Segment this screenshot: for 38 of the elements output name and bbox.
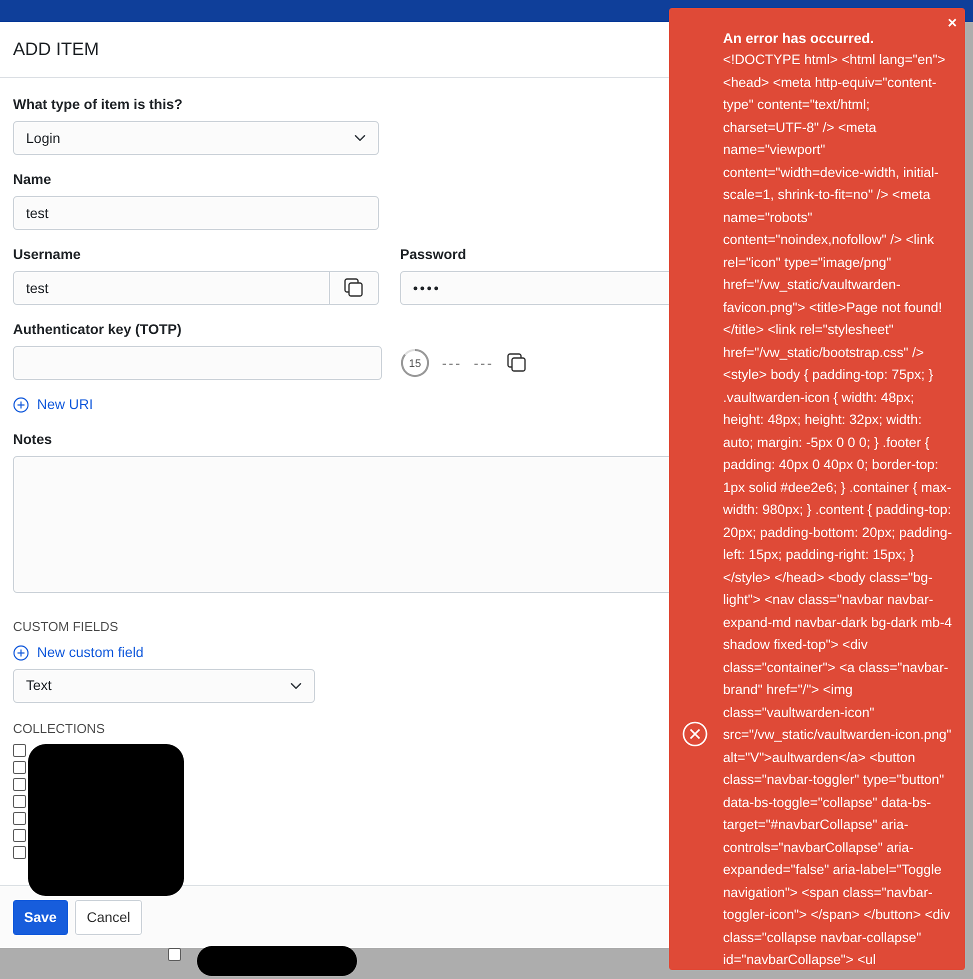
- field-label: Name: [13, 170, 52, 189]
- dialog-title: ADD ITEM: [13, 38, 100, 60]
- checkbox[interactable]: [13, 812, 26, 825]
- save-button[interactable]: Save: [13, 900, 68, 934]
- select-field[interactable]: Login: [13, 121, 379, 155]
- field-label: What type of item is this?: [13, 95, 183, 114]
- copy-button[interactable]: [330, 271, 379, 305]
- cancel-button[interactable]: Cancel: [74, 900, 142, 934]
- checkbox[interactable]: [13, 829, 26, 842]
- field-label: Username: [13, 245, 81, 264]
- field-label: Password: [400, 245, 466, 264]
- checkbox[interactable]: [13, 795, 26, 808]
- input-field[interactable]: test: [13, 196, 379, 230]
- new-uri-link[interactable]: New URI: [13, 394, 94, 415]
- error-title: An error has occurred.: [723, 29, 875, 48]
- select-field[interactable]: Text: [13, 668, 315, 702]
- field-label: Notes: [13, 430, 52, 448]
- copy-icon: [343, 277, 365, 299]
- error-message: <!DOCTYPE html> <html lang="en"> <head> <meta http-equiv="content-type" content="text/html; charset=UTF-8" /> <meta name="viewport" content="width=device-width, initial-scale=1, shrink-to-fit=no" /> <meta name="robots" content="noindex,nofollow" /> <link rel="icon" type="image/png" href="/vw_static/vaultwarden-favicon.png"> <title>Page not found!</title> <link rel="stylesheet" href="/vw_static/bootstrap.css" /> <style> body { padding-top: 75px; } .vaultwarden-icon { width: 48px; height: 48px; height: 32px; width: auto; margin: -5px 0 0 0; } .footer { padding: 40px 0 40px 0; border-top: 1px solid #dee2e6; } .container { max-width: 980px; } .content { padding-top: 20px; padding-bottom: 20px; padding-left: 15px; padding-right: 15px; } </style> </head> <body class="bg-light"> <nav class="navbar navbar-expand-md navbar-dark bg-dark mb-4 shadow fixed-top"> <div class="container"> <a class="navbar-brand" href="/"> <img class="vaultwarden-icon" src="/vw_static/vaultwarden-icon.png" alt="V">aultwarden</a> <button class="navbar-toggler" type="button" data-bs-toggle="collapse" data-bs-target="#navbarCollapse" aria-controls="navbarCollapse" aria-expanded="false" aria-label="Toggle navigation"> <span class="navbar-toggler-icon"> </span> </button> <div class="collapse navbar-collapse" id="navbarCollapse"> <ul: [723, 51, 953, 969]
- plus-circle-icon: [13, 396, 29, 412]
- section-heading: CUSTOM FIELDS: [13, 618, 120, 636]
- checkbox[interactable]: [13, 761, 26, 774]
- copy-button[interactable]: [506, 352, 528, 374]
- field-label: Authenticator key (TOTP): [13, 320, 182, 339]
- error-icon: [682, 721, 708, 747]
- new-custom-field-link[interactable]: New custom field: [13, 642, 144, 663]
- section-heading: COLLECTIONS: [13, 720, 106, 738]
- checkbox[interactable]: [168, 948, 181, 961]
- input-field[interactable]: [13, 346, 382, 380]
- plus-circle-icon: [13, 644, 29, 660]
- input-field[interactable]: test: [13, 271, 330, 305]
- checkbox[interactable]: [13, 846, 26, 859]
- close-button[interactable]: ×: [948, 16, 957, 32]
- checkbox[interactable]: [13, 744, 26, 757]
- copy-icon: [506, 352, 528, 374]
- countdown-ring: 15: [400, 348, 430, 378]
- checkbox[interactable]: [13, 778, 26, 791]
- totp-code: --- ---: [442, 354, 494, 372]
